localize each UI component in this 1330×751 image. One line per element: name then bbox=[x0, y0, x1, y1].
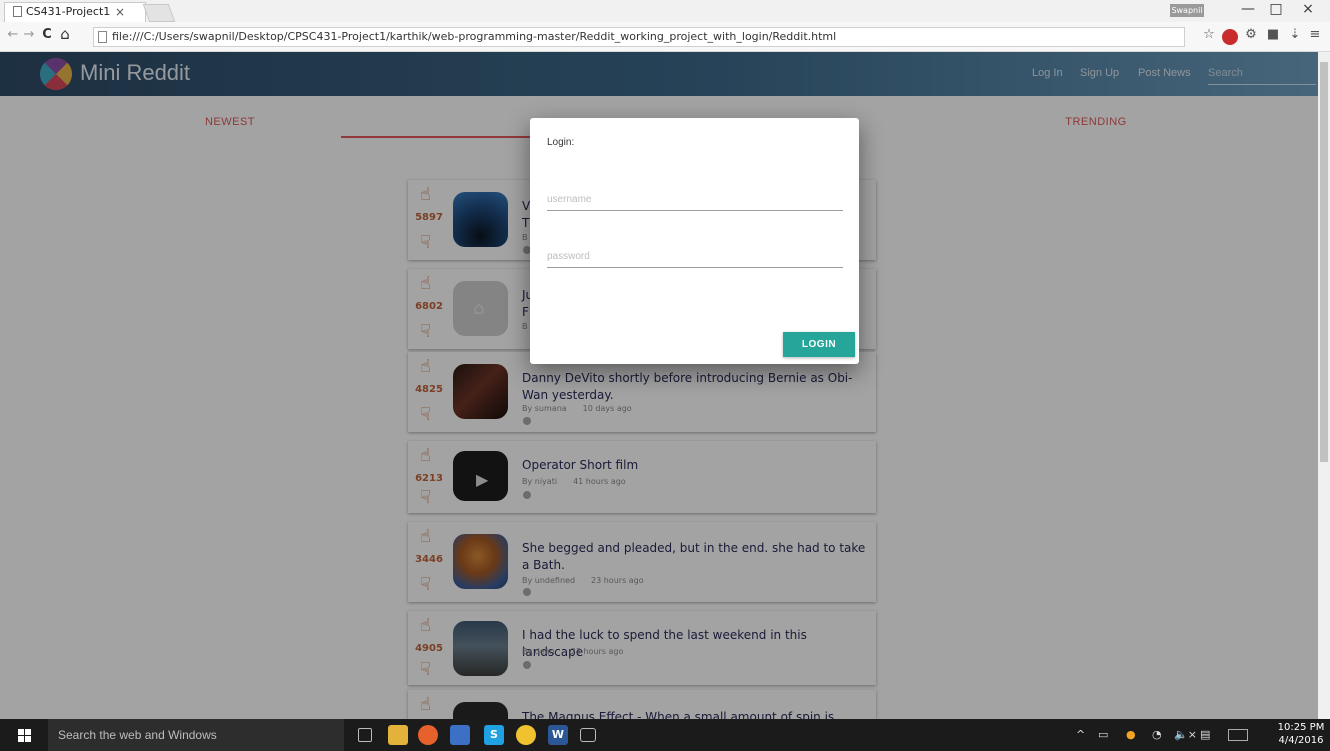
maximize-icon[interactable]: □ bbox=[1266, 1, 1286, 17]
modal-title: Login: bbox=[547, 137, 575, 148]
skype-icon[interactable]: S bbox=[484, 725, 504, 745]
tab-close-icon[interactable]: × bbox=[115, 3, 125, 21]
battery-icon[interactable]: ▭ bbox=[1098, 728, 1108, 741]
address-url: file:///C:/Users/swapnil/Desktop/CPSC431… bbox=[112, 30, 837, 43]
word-icon[interactable]: W bbox=[548, 725, 568, 745]
tray-chevron-icon[interactable]: ^ bbox=[1076, 728, 1085, 741]
minimize-icon[interactable]: — bbox=[1238, 1, 1258, 17]
profile-badge[interactable]: Swapnil bbox=[1170, 4, 1204, 17]
browser-toolbar: ← → C ⌂ file:///C:/Users/swapnil/Desktop… bbox=[0, 22, 1330, 52]
home-icon[interactable]: ⌂ bbox=[58, 25, 72, 43]
chrome-menu-icon[interactable]: ≡ bbox=[1306, 27, 1324, 42]
page-scrollbar[interactable] bbox=[1318, 52, 1330, 719]
wifi-icon[interactable]: ◔ bbox=[1152, 728, 1162, 741]
browser-titlebar: CS431-Project1 × Swapnil — □ × bbox=[0, 0, 1330, 22]
extension-icon[interactable]: ⚙ bbox=[1242, 27, 1260, 42]
store-icon[interactable] bbox=[450, 725, 470, 745]
file-explorer-icon[interactable] bbox=[388, 725, 408, 745]
firefox-icon[interactable] bbox=[418, 725, 438, 745]
page-icon bbox=[98, 31, 107, 43]
address-bar[interactable]: file:///C:/Users/swapnil/Desktop/CPSC431… bbox=[93, 27, 1185, 47]
bookmark-star-icon[interactable]: ☆ bbox=[1200, 27, 1218, 42]
volume-muted-icon[interactable]: 🔈× bbox=[1174, 728, 1197, 741]
forward-icon[interactable]: → bbox=[22, 27, 36, 42]
chrome-icon[interactable] bbox=[516, 725, 536, 745]
reload-icon[interactable]: C bbox=[40, 27, 54, 42]
browser-tab[interactable]: CS431-Project1 × bbox=[4, 2, 146, 22]
windows-taskbar: S W ^ ▭ ● ◔ 🔈× ▤ 10:25 PM 4/4/2016 bbox=[0, 719, 1330, 751]
login-modal: Login: LOGIN bbox=[530, 118, 859, 364]
tab-title: CS431-Project1 bbox=[26, 5, 111, 18]
windows-start-icon[interactable] bbox=[18, 729, 32, 742]
username-field[interactable] bbox=[547, 189, 843, 211]
password-field[interactable] bbox=[547, 246, 843, 268]
pocket-icon[interactable]: ■ bbox=[1264, 27, 1282, 42]
close-window-icon[interactable]: × bbox=[1298, 1, 1318, 17]
terminal-icon[interactable] bbox=[580, 728, 596, 742]
clock-date: 4/4/2016 bbox=[1278, 735, 1324, 746]
taskbar-search-input[interactable] bbox=[48, 719, 344, 751]
task-view-icon[interactable] bbox=[358, 728, 372, 742]
firefox-tray-icon[interactable]: ● bbox=[1126, 728, 1136, 741]
page-icon bbox=[13, 6, 22, 17]
login-button[interactable]: LOGIN bbox=[783, 332, 855, 357]
download-icon[interactable]: ⇣ bbox=[1286, 27, 1304, 42]
clock-time: 10:25 PM bbox=[1277, 722, 1325, 733]
scrollbar-thumb[interactable] bbox=[1320, 62, 1328, 462]
keyboard-icon[interactable] bbox=[1228, 729, 1248, 741]
back-icon[interactable]: ← bbox=[6, 27, 20, 42]
taskbar-clock[interactable]: 10:25 PM 4/4/2016 bbox=[1276, 721, 1326, 747]
adblock-icon[interactable] bbox=[1222, 29, 1238, 45]
new-tab-button[interactable] bbox=[142, 4, 176, 22]
action-center-icon[interactable]: ▤ bbox=[1200, 728, 1210, 741]
